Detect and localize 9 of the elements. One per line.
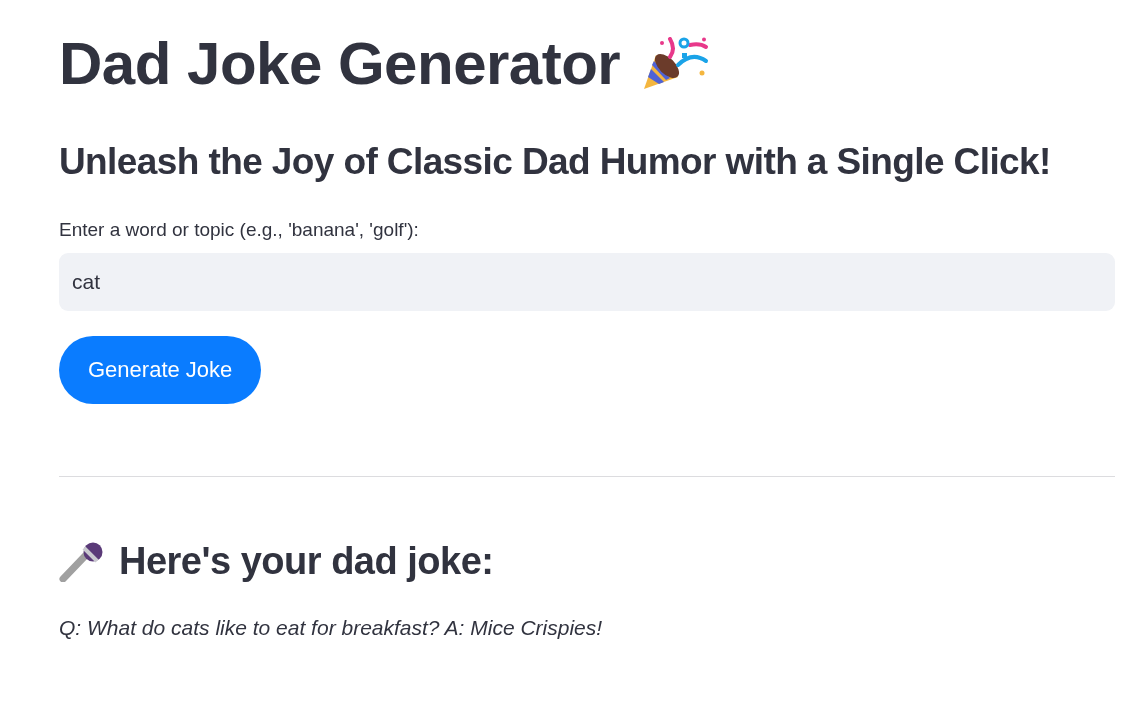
generate-joke-button[interactable]: Generate Joke (59, 336, 262, 405)
joke-text: Q: What do cats like to eat for breakfast? A: Mice Crispies! (59, 615, 603, 641)
field-label: Enter a word or topic (e.g., 'banana', 'golf'): (59, 218, 419, 243)
topic-input-field[interactable]: cat (59, 253, 1115, 312)
party-popper-icon (642, 37, 711, 91)
subtitle: Unleash the Joy of Classic Dad Humor with a Single Click! (59, 140, 1052, 184)
result-heading: Here's your dad joke: (119, 539, 494, 585)
microphone-icon (59, 542, 105, 583)
page-title: Dad Joke Generator (59, 29, 621, 99)
